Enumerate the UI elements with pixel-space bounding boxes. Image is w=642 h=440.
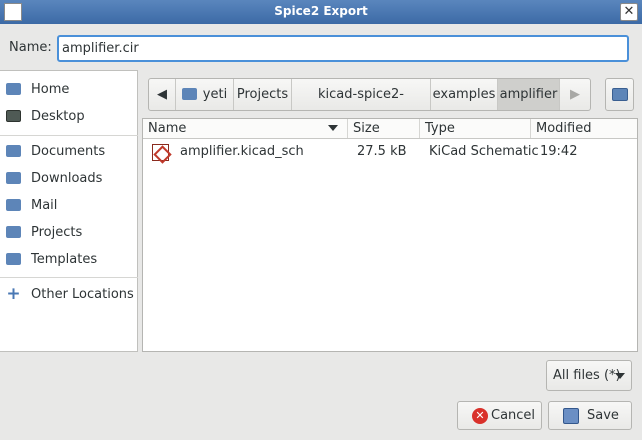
- name-row: Name: amplifier.cir: [0, 24, 642, 70]
- column-header-modified[interactable]: Modified: [531, 119, 637, 138]
- sidebar-item-label: Other Locations: [31, 287, 134, 302]
- column-header-type[interactable]: Type: [420, 119, 531, 138]
- places-sidebar: Home Desktop Documents Downloads Mail Pr…: [0, 70, 138, 352]
- save-icon: [563, 408, 579, 424]
- sidebar-divider: [0, 277, 138, 278]
- sidebar-item-downloads[interactable]: Downloads: [0, 166, 138, 192]
- sidebar-item-documents[interactable]: Documents: [0, 139, 138, 165]
- sidebar-item-label: Desktop: [31, 109, 85, 124]
- sidebar-item-label: Documents: [31, 144, 106, 159]
- sidebar-item-other-locations[interactable]: + Other Locations: [0, 282, 138, 308]
- new-folder-button[interactable]: [605, 78, 634, 111]
- sidebar-item-projects[interactable]: Projects: [0, 220, 138, 246]
- column-header-name[interactable]: Name: [143, 119, 348, 138]
- sidebar-item-label: Templates: [31, 252, 98, 267]
- chevron-down-icon: [615, 373, 625, 379]
- sidebar-item-desktop[interactable]: Desktop: [0, 104, 138, 130]
- sidebar-item-mail[interactable]: Mail: [0, 193, 138, 219]
- home-folder-icon: [6, 83, 21, 95]
- folder-icon: [6, 226, 21, 238]
- sidebar-divider: [0, 135, 138, 136]
- path-segment-yeti[interactable]: yeti: [176, 79, 234, 110]
- sidebar-item-label: Home: [31, 82, 70, 97]
- path-bar: ◀ yeti Projects kicad-spice2-converter e…: [148, 78, 591, 133]
- folder-icon: [6, 145, 21, 157]
- path-segment-projects[interactable]: Projects: [234, 79, 292, 110]
- folder-icon: [6, 172, 21, 184]
- file-type-filter[interactable]: All files (*): [546, 360, 632, 391]
- name-label: Name:: [9, 40, 52, 55]
- window-title: Spice2 Export: [274, 4, 368, 18]
- folder-icon: [6, 199, 21, 211]
- column-header-size[interactable]: Size: [348, 119, 420, 138]
- sidebar-item-home[interactable]: Home: [0, 77, 138, 103]
- path-forward-button[interactable]: ▶: [560, 79, 590, 110]
- folder-icon: [6, 253, 21, 265]
- save-button[interactable]: Save: [548, 401, 632, 430]
- desktop-icon: [6, 110, 21, 122]
- path-segment-amplifier[interactable]: amplifier: [498, 79, 560, 110]
- path-back-button[interactable]: ◀: [149, 79, 176, 110]
- file-name: amplifier.kicad_sch: [180, 144, 304, 159]
- close-button[interactable]: ✕: [620, 3, 638, 21]
- path-segment-examples[interactable]: examples: [431, 79, 498, 110]
- file-modified: 19:42: [540, 144, 578, 159]
- new-folder-icon: [612, 88, 628, 101]
- sidebar-item-templates[interactable]: Templates: [0, 247, 138, 273]
- cancel-button[interactable]: ✕ Cancel: [457, 401, 542, 430]
- file-size: 27.5 kB: [357, 144, 407, 159]
- sidebar-item-label: Downloads: [31, 171, 103, 186]
- title-bar: Spice2 Export ✕: [0, 0, 642, 24]
- home-folder-icon: [181, 88, 197, 100]
- plus-icon: +: [6, 284, 21, 304]
- file-list-header: Name Size Type Modified: [143, 119, 637, 139]
- sidebar-item-label: Projects: [31, 225, 83, 240]
- cancel-icon: ✕: [472, 408, 488, 424]
- file-type: KiCad Schematic: [429, 144, 539, 159]
- filename-input[interactable]: amplifier.cir: [57, 35, 629, 62]
- file-list: Name Size Type Modified amplifier.kicad_…: [142, 118, 638, 352]
- kicad-schematic-icon: [152, 144, 169, 161]
- table-row[interactable]: amplifier.kicad_sch 27.5 kB KiCad Schema…: [143, 141, 637, 165]
- sidebar-item-label: Mail: [31, 198, 58, 213]
- sort-descending-icon: [328, 125, 338, 131]
- path-segment-kicad-spice2-converter[interactable]: kicad-spice2-converter: [292, 79, 431, 133]
